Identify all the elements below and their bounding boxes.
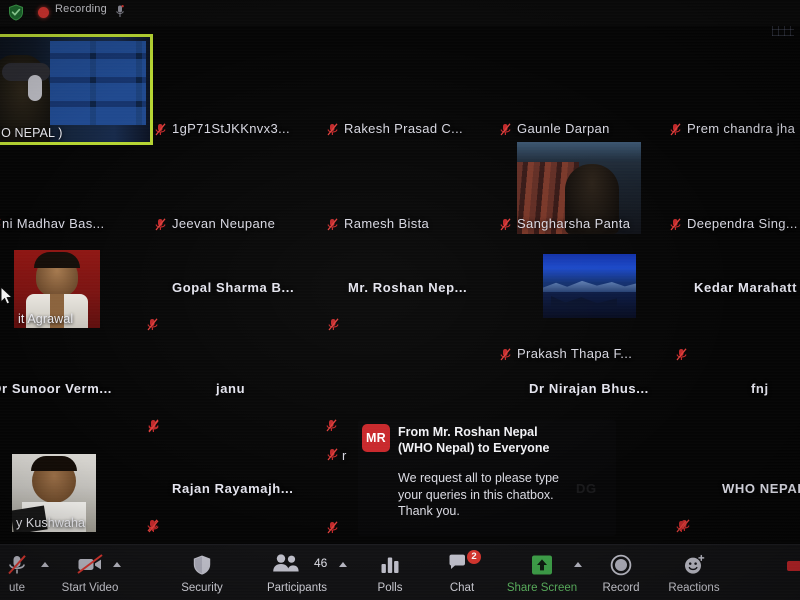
chat-sender-line-2: (WHO Nepal) to Everyone: [398, 441, 550, 455]
participant-name: Sangharsha Panta: [517, 216, 631, 231]
chat-message-text: We request all to please type your queri…: [398, 471, 559, 518]
toolbar-start-video-button[interactable]: Start Video: [46, 545, 134, 600]
mic-muted-icon: [0, 218, 1, 231]
toolbar-label: Record: [602, 582, 640, 594]
tile-name-label: y Kushwaha: [16, 516, 86, 530]
toolbar-label: Polls: [377, 582, 403, 594]
participant-name: Jeevan Neupane: [172, 216, 276, 231]
mouse-cursor: [0, 285, 14, 311]
chat-sender-label: From Mr. Roshan Nepal (WHO Nepal) to Eve…: [398, 424, 598, 456]
toolbar-label: ute: [9, 582, 25, 594]
video-off-icon: [77, 554, 103, 579]
toolbar-label: Share Screen: [506, 582, 578, 594]
participant-name: janu: [216, 381, 246, 396]
toolbar-mute-button[interactable]: ute: [0, 545, 49, 600]
chat-avatar: MR: [362, 424, 390, 452]
participant-name: r: [342, 448, 347, 463]
toolbar-chat-button[interactable]: 2 Chat: [431, 545, 493, 600]
participant-name: 1gP71StJKKnvx3...: [172, 121, 290, 136]
participant-name: Kedar Marahatt: [694, 280, 798, 295]
mic-muted-icon: [147, 318, 158, 331]
tile-name-label: it Agrawal: [18, 312, 74, 326]
toolbar-record-button[interactable]: Record: [589, 545, 653, 600]
mic-muted-icon: [327, 521, 338, 534]
meeting-toolbar: ute Start Video Security 46 Participants: [0, 544, 800, 600]
chevron-up-icon[interactable]: [113, 562, 121, 567]
mic-muted-icon: [148, 520, 159, 533]
toolbar-security-button[interactable]: Security: [165, 545, 239, 600]
toolbar-label: Start Video: [61, 582, 119, 594]
mic-muted-icon: [328, 318, 339, 331]
mic-muted-icon: [155, 218, 166, 231]
participant-name: Rakesh Prasad C...: [344, 121, 464, 136]
participant-name: Gopal Sharma B...: [172, 280, 295, 295]
record-circle-icon: [610, 554, 632, 581]
mic-muted-icon: [327, 218, 338, 231]
mic-muted-icon: [670, 218, 681, 231]
microphone-icon: [116, 5, 124, 18]
participant-name: fnj: [751, 381, 769, 396]
mic-muted-icon: [500, 348, 511, 361]
participant-name: Mr. Roshan Nep...: [348, 280, 468, 295]
participant-name: Dr Nirajan Bhus...: [529, 381, 649, 396]
bar-chart-icon: [380, 554, 400, 579]
share-screen-icon: [530, 554, 554, 581]
recording-label: Recording: [55, 3, 107, 15]
record-dot-icon: [38, 7, 49, 18]
participant-name: Rajan Rayamajh...: [172, 481, 294, 496]
participant-tile-video-prakash[interactable]: [543, 254, 636, 318]
mic-muted-icon: [676, 348, 687, 361]
chat-unread-badge: 2: [467, 550, 481, 564]
mic-muted-icon: [500, 218, 511, 231]
participant-tile-video-agrawal[interactable]: it Agrawal: [14, 250, 100, 328]
mic-muted-icon: [670, 123, 681, 136]
mic-muted-icon: [327, 448, 338, 461]
toolbar-label: Reactions: [668, 582, 720, 594]
toolbar-label: Participants: [266, 582, 328, 594]
screen-photo: Recording HO NEPAL ) 1gP71StJKKnvx3...: [0, 0, 800, 600]
toolbar-label: Security: [181, 582, 223, 594]
meeting-status-bar: Recording: [0, 0, 800, 26]
microphone-muted-icon: [6, 554, 28, 581]
mic-muted-icon: [155, 123, 166, 136]
participant-name: Ramesh Bista: [344, 216, 430, 231]
toolbar-end-button[interactable]: [780, 545, 800, 600]
chevron-up-icon[interactable]: [574, 562, 582, 567]
shield-icon: [192, 554, 212, 581]
participants-count: 46: [314, 556, 328, 570]
toolbar-reactions-button[interactable]: Reactions: [655, 545, 733, 600]
tile-name-label: HO NEPAL ): [0, 126, 63, 140]
toolbar-label: Chat: [449, 582, 475, 594]
participant-name: ni Madhav Bas...: [2, 216, 105, 231]
participant-name: Gaunle Darpan: [517, 121, 610, 136]
shield-check-icon[interactable]: [8, 4, 24, 21]
participant-tile-video-kushwaha[interactable]: y Kushwaha: [12, 454, 96, 532]
smiley-plus-icon: [683, 554, 705, 581]
participant-tile-video-active-speaker[interactable]: HO NEPAL ): [0, 37, 150, 142]
mic-muted-icon: [327, 123, 338, 136]
mic-muted-icon: [326, 419, 337, 432]
mic-muted-icon: [148, 420, 159, 433]
mic-muted-icon: [676, 520, 687, 533]
toolbar-polls-button[interactable]: Polls: [358, 545, 422, 600]
end-meeting-icon: [787, 559, 800, 578]
toolbar-participants-button[interactable]: 46 Participants: [252, 545, 347, 600]
toolbar-share-screen-button[interactable]: Share Screen: [498, 545, 586, 600]
participant-name: Deependra Sing...: [687, 216, 798, 231]
participant-name: Prem chandra jha: [687, 121, 796, 136]
participants-icon: [272, 554, 300, 577]
mic-muted-icon: [500, 123, 511, 136]
participant-name: Prakash Thapa F...: [517, 346, 633, 361]
participant-name: WHO NEPAL: [722, 481, 800, 496]
participant-name: Dr Sunoor Verm...: [0, 381, 113, 396]
chat-sender-line-1: From Mr. Roshan Nepal: [398, 425, 538, 439]
chevron-up-icon[interactable]: [339, 562, 347, 567]
